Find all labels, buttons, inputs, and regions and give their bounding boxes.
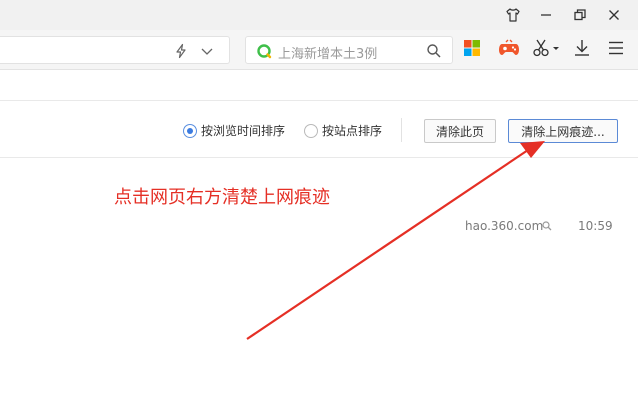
annotation-arrow bbox=[246, 141, 545, 340]
